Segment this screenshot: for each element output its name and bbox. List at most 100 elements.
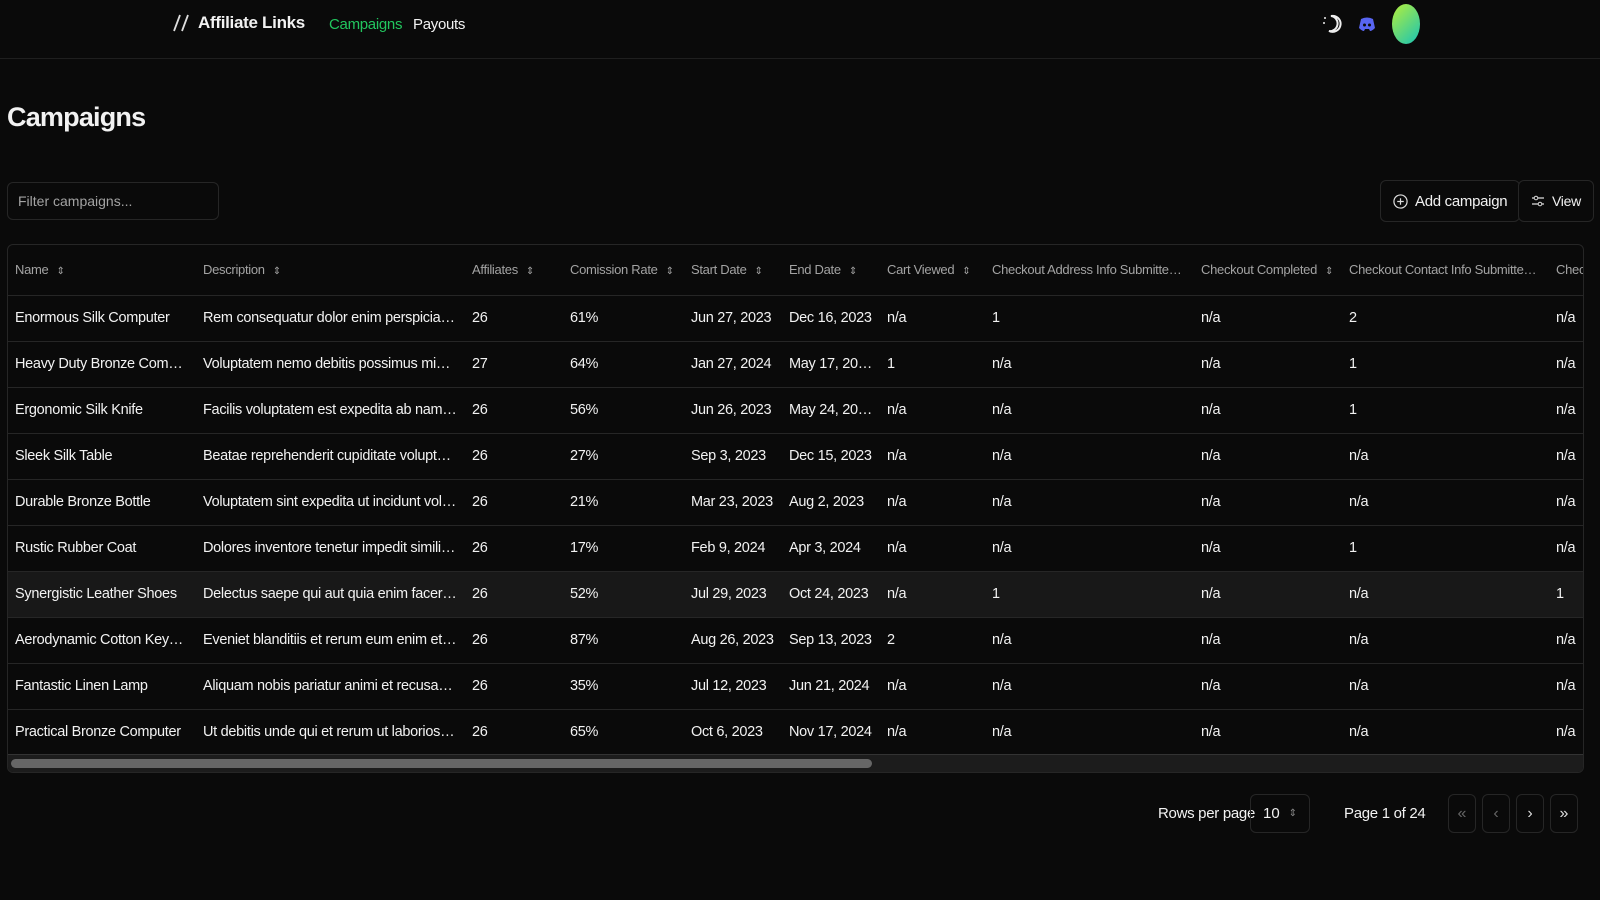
sort-icon[interactable]: ⇕ [526,266,534,277]
table-cell: 1 [880,340,985,387]
column-header[interactable]: Check [1549,245,1583,295]
table-cell: 2 [880,616,985,663]
column-header[interactable]: Description ⇕ [196,245,465,295]
table-cell: Rustic Rubber Coat [8,524,196,571]
table-cell: Practical Bronze Computer [8,708,196,755]
table-cell: n/a [985,478,1194,525]
table-row[interactable]: Heavy Duty Bronze Computer Voluptatem nem… [8,340,1583,387]
table-cell: 26 [465,478,563,525]
table-cell: May 24, 2024 [782,386,880,433]
table-cell: Enormous Silk Computer [8,294,196,341]
page-indicator: Page 1 of 24 [1344,805,1426,822]
column-header[interactable]: Cart Viewed ⇕ [880,245,985,295]
table-cell: 1 [1342,386,1549,433]
column-label: Checkout Completed [1201,262,1317,278]
table-cell: n/a [985,524,1194,571]
discord-icon[interactable] [1358,16,1376,32]
table-row[interactable]: Practical Bronze Computer Ut debitis unde… [8,708,1583,755]
table-cell: n/a [1342,432,1549,479]
table-cell: n/a [985,662,1194,709]
table-cell: Facilis voluptatem est expedita ab nam a… [196,386,465,433]
sort-icon[interactable]: ⇕ [962,266,970,277]
table-row[interactable]: Sleek Silk Table Beatae reprehenderit cup… [8,432,1583,479]
table-cell: 27% [563,432,684,479]
table-row[interactable]: Rustic Rubber Coat Dolores inventore tene… [8,524,1583,571]
brand-name: Affiliate Links [198,13,305,32]
table-cell: 52% [563,570,684,617]
sort-icon[interactable]: ⇕ [1325,266,1333,277]
table-cell: May 17, 2024 [782,340,880,387]
table-cell: Synergistic Leather Shoes [8,570,196,617]
add-campaign-button[interactable]: Add campaign [1380,180,1521,222]
table-cell: n/a [880,432,985,479]
column-header[interactable]: Comission Rate ⇕ [563,245,684,295]
table-cell: 64% [563,340,684,387]
table-cell: Feb 9, 2024 [684,524,782,571]
nav-campaigns[interactable]: Campaigns [329,16,402,33]
last-page-button[interactable]: » [1550,794,1578,833]
previous-page-button[interactable]: ‹ [1482,794,1510,833]
table-row[interactable]: Durable Bronze Bottle Voluptatem sint exp… [8,478,1583,525]
table-cell: Beatae reprehenderit cupiditate voluptas… [196,432,465,479]
sort-icon[interactable]: ⇕ [1538,266,1546,277]
column-header[interactable]: Checkout Contact Info Submitted ⇕ [1342,245,1549,295]
table-cell: n/a [1549,524,1583,571]
sort-icon[interactable]: ⇕ [666,266,674,277]
column-header[interactable]: Name ⇕ [8,245,196,295]
rows-per-page-select[interactable]: 10 ⇕ [1250,794,1310,833]
sort-icon[interactable]: ⇕ [849,266,857,277]
table-cell: n/a [880,478,985,525]
table-cell: Jul 29, 2023 [684,570,782,617]
table-row[interactable]: Ergonomic Silk Knife Facilis voluptatem e… [8,386,1583,433]
table-row[interactable]: Synergistic Leather Shoes Delectus saepe … [8,570,1583,617]
table-cell: 1 [1342,340,1549,387]
next-page-button[interactable]: › [1516,794,1544,833]
column-label: Description [203,262,265,278]
sort-icon[interactable]: ⇕ [755,266,763,277]
table-cell: n/a [880,524,985,571]
view-button[interactable]: View [1518,180,1594,222]
top-nav: Affiliate Links Campaigns Payouts [0,0,1600,59]
first-page-button[interactable]: « [1448,794,1476,833]
table-cell: 35% [563,662,684,709]
table-row[interactable]: Fantastic Linen Lamp Aliquam nobis pariat… [8,662,1583,709]
table-cell: 26 [465,432,563,479]
table-cell: n/a [985,432,1194,479]
column-header[interactable]: Checkout Completed ⇕ [1194,245,1342,295]
chevrons-right-icon: » [1559,804,1569,822]
chevrons-up-down-icon: ⇕ [1288,808,1297,819]
sort-icon[interactable]: ⇕ [273,266,281,277]
nav-payouts[interactable]: Payouts [413,16,465,33]
table-cell: n/a [1342,708,1549,755]
table-cell: Delectus saepe qui aut quia enim facere … [196,570,465,617]
avatar[interactable] [1392,4,1420,44]
table-cell: Voluptatem sint expedita ut incidunt vol… [196,478,465,525]
table-cell: Nov 17, 2024 [782,708,880,755]
filter-campaigns-input[interactable] [7,182,219,220]
column-header[interactable]: Affiliates ⇕ [465,245,563,295]
column-header[interactable]: Checkout Address Info Submitted ⇕ [985,245,1194,295]
table-cell: n/a [1194,662,1342,709]
horizontal-scrollbar[interactable] [8,754,1583,772]
brand-logo[interactable]: Affiliate Links [172,13,305,33]
theme-toggle-icon[interactable] [1320,12,1342,36]
table-cell: Ergonomic Silk Knife [8,386,196,433]
scrollbar-thumb[interactable] [11,759,872,768]
table-cell: 26 [465,386,563,433]
table-cell: 26 [465,570,563,617]
sort-icon[interactable]: ⇕ [56,266,64,277]
table-cell: 65% [563,708,684,755]
column-header[interactable]: Start Date ⇕ [684,245,782,295]
table-cell: 26 [465,524,563,571]
table-cell: Aerodynamic Cotton Keyboard [8,616,196,663]
sort-icon[interactable]: ⇕ [1184,266,1192,277]
table-row[interactable]: Enormous Silk Computer Rem consequatur do… [8,294,1583,341]
table-cell: Heavy Duty Bronze Computer [8,340,196,387]
column-header[interactable]: End Date ⇕ [782,245,880,295]
column-label: Checkout Contact Info Submitted [1349,262,1531,278]
table-row[interactable]: Aerodynamic Cotton Keyboard Eveniet bland… [8,616,1583,663]
table-cell: Rem consequatur dolor enim perspiciatis … [196,294,465,341]
table-cell: 26 [465,616,563,663]
add-campaign-label: Add campaign [1415,192,1508,210]
table-cell: Sleek Silk Table [8,432,196,479]
